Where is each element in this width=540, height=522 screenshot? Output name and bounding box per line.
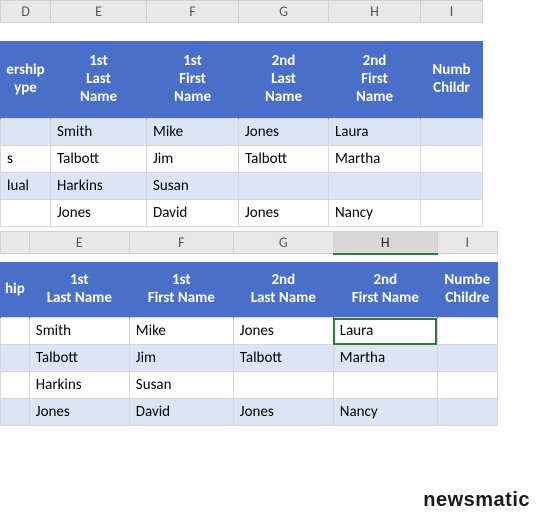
cell[interactable] — [437, 372, 497, 399]
column-header-D[interactable] — [1, 232, 30, 254]
header-1st-last-name: 1st Last Name — [51, 41, 147, 119]
cell[interactable]: Laura — [329, 119, 421, 146]
cell[interactable]: Susan — [129, 372, 233, 399]
cell[interactable]: Susan — [147, 173, 239, 200]
cell[interactable] — [329, 173, 421, 200]
header-number-children: Numb Childr — [421, 41, 483, 119]
watermark: newsmatic — [423, 489, 530, 512]
table-row: Jones David Jones Nancy — [1, 399, 498, 426]
column-header-G[interactable]: G — [233, 232, 333, 254]
column-header-E[interactable]: E — [51, 1, 147, 23]
spreadsheet-lower: E F G H I hip 1st Last Name 1st First Na… — [0, 231, 498, 426]
cell[interactable]: Talbott — [29, 345, 129, 372]
cell[interactable]: Harkins — [51, 173, 147, 200]
column-header-row: E F G H I — [1, 232, 498, 254]
table-row: Talbott Jim Talbott Martha — [1, 345, 498, 372]
header-1st-first-name: 1st First Name — [129, 262, 233, 318]
cell[interactable]: Harkins — [29, 372, 129, 399]
cell[interactable]: Jim — [129, 345, 233, 372]
header-2nd-last-name: 2nd Last Name — [239, 41, 329, 119]
table-row: lual Harkins Susan — [1, 173, 483, 200]
cell[interactable]: Jones — [239, 200, 329, 227]
cell[interactable]: Mike — [129, 318, 233, 345]
cell[interactable]: Jones — [51, 200, 147, 227]
cell[interactable] — [421, 200, 483, 227]
table-row: Smith Mike Jones Laura — [1, 119, 483, 146]
column-header-row: D E F G H I — [1, 1, 483, 23]
cell[interactable] — [333, 372, 437, 399]
table-row: Jones David Jones Nancy — [1, 200, 483, 227]
cell[interactable]: lual — [1, 173, 51, 200]
cell[interactable]: Talbott — [51, 146, 147, 173]
header-2nd-first-name: 2nd First Name — [333, 262, 437, 318]
cell[interactable]: Smith — [51, 119, 147, 146]
column-header-D[interactable]: D — [1, 1, 51, 23]
cell[interactable]: Talbott — [233, 345, 333, 372]
cell[interactable] — [239, 173, 329, 200]
cell[interactable]: Talbott — [239, 146, 329, 173]
cell[interactable]: Jim — [147, 146, 239, 173]
cell[interactable]: Jones — [233, 318, 333, 345]
cell[interactable] — [437, 399, 497, 426]
header-2nd-last-name: 2nd Last Name — [233, 262, 333, 318]
cell[interactable]: Jones — [29, 399, 129, 426]
table-row: Harkins Susan — [1, 372, 498, 399]
column-header-H[interactable]: H — [333, 232, 437, 254]
cell[interactable]: David — [147, 200, 239, 227]
cell[interactable]: Martha — [333, 345, 437, 372]
header-membership: hip — [1, 262, 30, 318]
cell[interactable] — [1, 318, 30, 345]
header-1st-first-name: 1st First Name — [147, 41, 239, 119]
table-row: s Talbott Jim Talbott Martha — [1, 146, 483, 173]
column-header-I[interactable]: I — [421, 1, 483, 23]
column-header-I[interactable]: I — [437, 232, 497, 254]
selected-cell[interactable]: Laura — [333, 318, 437, 345]
cell[interactable] — [1, 372, 30, 399]
column-header-H[interactable]: H — [329, 1, 421, 23]
cell[interactable]: Martha — [329, 146, 421, 173]
spreadsheet-upper: D E F G H I ership ype 1st Last Name 1st… — [0, 0, 483, 227]
table-header-row: ership ype 1st Last Name 1st First Name … — [1, 41, 483, 119]
header-2nd-first-name: 2nd First Name — [329, 41, 421, 119]
cell[interactable] — [233, 372, 333, 399]
column-header-G[interactable]: G — [239, 1, 329, 23]
cell[interactable]: Nancy — [333, 399, 437, 426]
cell[interactable] — [437, 318, 497, 345]
cell[interactable] — [421, 173, 483, 200]
cell[interactable]: Mike — [147, 119, 239, 146]
cell[interactable] — [437, 345, 497, 372]
header-1st-last-name: 1st Last Name — [29, 262, 129, 318]
cell[interactable]: Smith — [29, 318, 129, 345]
cell[interactable]: David — [129, 399, 233, 426]
cell[interactable]: s — [1, 146, 51, 173]
table-header-row: hip 1st Last Name 1st First Name 2nd Las… — [1, 262, 498, 318]
cell[interactable] — [1, 119, 51, 146]
table-row: Smith Mike Jones Laura — [1, 318, 498, 345]
cell[interactable] — [421, 146, 483, 173]
column-header-E[interactable]: E — [29, 232, 129, 254]
cell[interactable] — [1, 200, 51, 227]
column-header-F[interactable]: F — [129, 232, 233, 254]
header-membership-type: ership ype — [1, 41, 51, 119]
column-header-F[interactable]: F — [147, 1, 239, 23]
cell[interactable]: Jones — [239, 119, 329, 146]
header-number-children: Numbe Childre — [437, 262, 497, 318]
cell[interactable] — [1, 399, 30, 426]
cell[interactable] — [421, 119, 483, 146]
cell[interactable]: Jones — [233, 399, 333, 426]
cell[interactable] — [1, 345, 30, 372]
cell[interactable]: Nancy — [329, 200, 421, 227]
